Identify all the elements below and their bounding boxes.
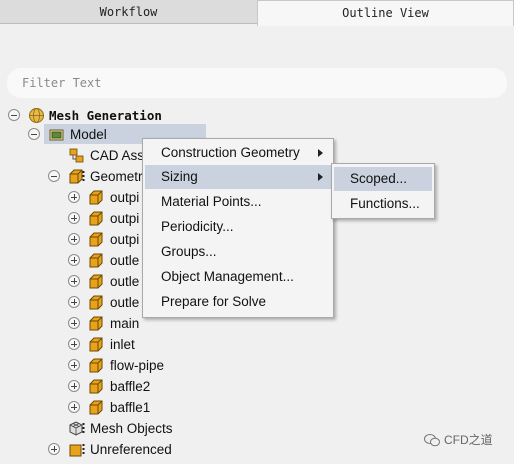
tree-item-geometry-child[interactable]: inlet bbox=[0, 334, 300, 355]
tree-item-geometry-child[interactable]: flow-pipe bbox=[0, 355, 300, 376]
collapse-toggle-icon[interactable] bbox=[48, 170, 60, 182]
wechat-icon bbox=[424, 434, 440, 447]
tab-outline-view[interactable]: Outline View bbox=[257, 0, 514, 26]
tab-workflow[interactable]: Workflow bbox=[0, 0, 257, 24]
tree-item-geometry-child[interactable]: baffle1 bbox=[0, 397, 300, 418]
submenu-item-scoped[interactable]: Scoped... bbox=[334, 167, 432, 191]
expand-toggle-icon[interactable] bbox=[68, 275, 80, 287]
body-cube-icon bbox=[89, 337, 103, 352]
tree-label: Mesh Generation bbox=[49, 108, 162, 123]
body-cube-icon bbox=[89, 211, 103, 226]
menu-item-object-management[interactable]: Object Management... bbox=[145, 265, 331, 289]
expand-toggle-icon[interactable] bbox=[48, 443, 60, 455]
tree-label: inlet bbox=[110, 337, 135, 352]
body-cube-icon bbox=[89, 358, 103, 373]
expand-toggle-icon[interactable] bbox=[68, 401, 80, 413]
tree-item-mesh-objects[interactable]: Mesh Objects bbox=[0, 418, 300, 439]
menu-item-label: Periodicity... bbox=[161, 219, 234, 234]
expand-toggle-icon[interactable] bbox=[68, 317, 80, 329]
menu-item-label: Groups... bbox=[161, 244, 217, 259]
expand-toggle-icon[interactable] bbox=[68, 254, 80, 266]
tree-label: Model bbox=[70, 127, 107, 142]
tree-label: Geometr bbox=[90, 169, 143, 184]
menu-item-construction-geometry[interactable]: Construction Geometry bbox=[145, 141, 331, 165]
body-cube-icon bbox=[89, 295, 103, 310]
sizing-submenu: Scoped... Functions... bbox=[331, 163, 435, 219]
tree-item-unreferenced[interactable]: Unreferenced bbox=[0, 439, 300, 460]
menu-item-label: Material Points... bbox=[161, 194, 262, 209]
tree-label: outpi bbox=[110, 232, 140, 247]
tree-label: baffle2 bbox=[110, 379, 151, 394]
tree-item-geometry-child[interactable]: baffle2 bbox=[0, 376, 300, 397]
body-cube-icon bbox=[89, 274, 103, 289]
geometry-icon bbox=[69, 169, 85, 184]
menu-item-label: Construction Geometry bbox=[161, 145, 300, 160]
body-cube-icon bbox=[89, 190, 103, 205]
expand-toggle-icon[interactable] bbox=[68, 296, 80, 308]
tree-item-mesh-generation[interactable]: Mesh Generation bbox=[0, 105, 300, 126]
body-cube-icon bbox=[89, 253, 103, 268]
tree-label: outpi bbox=[110, 211, 140, 226]
expand-toggle-icon[interactable] bbox=[68, 233, 80, 245]
context-menu: Construction Geometry Sizing Material Po… bbox=[142, 138, 334, 318]
expand-toggle-icon[interactable] bbox=[68, 338, 80, 350]
submenu-item-functions[interactable]: Functions... bbox=[334, 192, 432, 216]
menu-item-periodicity[interactable]: Periodicity... bbox=[145, 215, 331, 239]
filter-text-input[interactable]: Filter Text bbox=[7, 68, 507, 98]
tree-label: Mesh Objects bbox=[90, 421, 173, 436]
tree-label: outpi bbox=[110, 190, 140, 205]
expand-toggle-icon[interactable] bbox=[68, 191, 80, 203]
body-cube-icon bbox=[89, 379, 103, 394]
collapse-toggle-icon[interactable] bbox=[8, 109, 20, 121]
tree-label: flow-pipe bbox=[110, 358, 165, 373]
watermark-text: CFD之道 bbox=[444, 433, 493, 447]
menu-item-label: Prepare for Solve bbox=[161, 294, 267, 309]
tree-label: outle bbox=[110, 253, 140, 268]
tree-label: CAD Ass bbox=[90, 148, 145, 163]
tree-label: outle bbox=[110, 274, 140, 289]
body-cube-icon bbox=[89, 232, 103, 247]
menu-item-prepare-for-solve[interactable]: Prepare for Solve bbox=[145, 290, 331, 314]
cad-assemblies-icon bbox=[69, 148, 84, 163]
mesh-objects-icon bbox=[69, 421, 85, 436]
tree-label: main bbox=[110, 316, 140, 331]
globe-icon bbox=[29, 108, 44, 123]
tree-label: outle bbox=[110, 295, 140, 310]
expand-toggle-icon[interactable] bbox=[68, 359, 80, 371]
menu-item-material-points[interactable]: Material Points... bbox=[145, 190, 331, 214]
body-cube-icon bbox=[89, 316, 103, 331]
unreferenced-icon bbox=[69, 444, 85, 457]
menu-item-label: Object Management... bbox=[161, 269, 294, 284]
model-icon bbox=[49, 129, 64, 141]
view-tabs: Workflow Outline View bbox=[0, 0, 514, 26]
tree-label: Unreferenced bbox=[90, 442, 172, 457]
expand-toggle-icon[interactable] bbox=[68, 380, 80, 392]
submenu-arrow-icon bbox=[318, 173, 323, 181]
menu-item-label: Sizing bbox=[161, 169, 198, 184]
menu-item-sizing[interactable]: Sizing bbox=[145, 165, 331, 189]
body-cube-icon bbox=[89, 400, 103, 415]
expand-toggle-icon[interactable] bbox=[68, 212, 80, 224]
collapse-toggle-icon[interactable] bbox=[28, 128, 40, 140]
submenu-arrow-icon bbox=[318, 149, 323, 157]
menu-item-groups[interactable]: Groups... bbox=[145, 240, 331, 264]
tree-label: baffle1 bbox=[110, 400, 151, 415]
